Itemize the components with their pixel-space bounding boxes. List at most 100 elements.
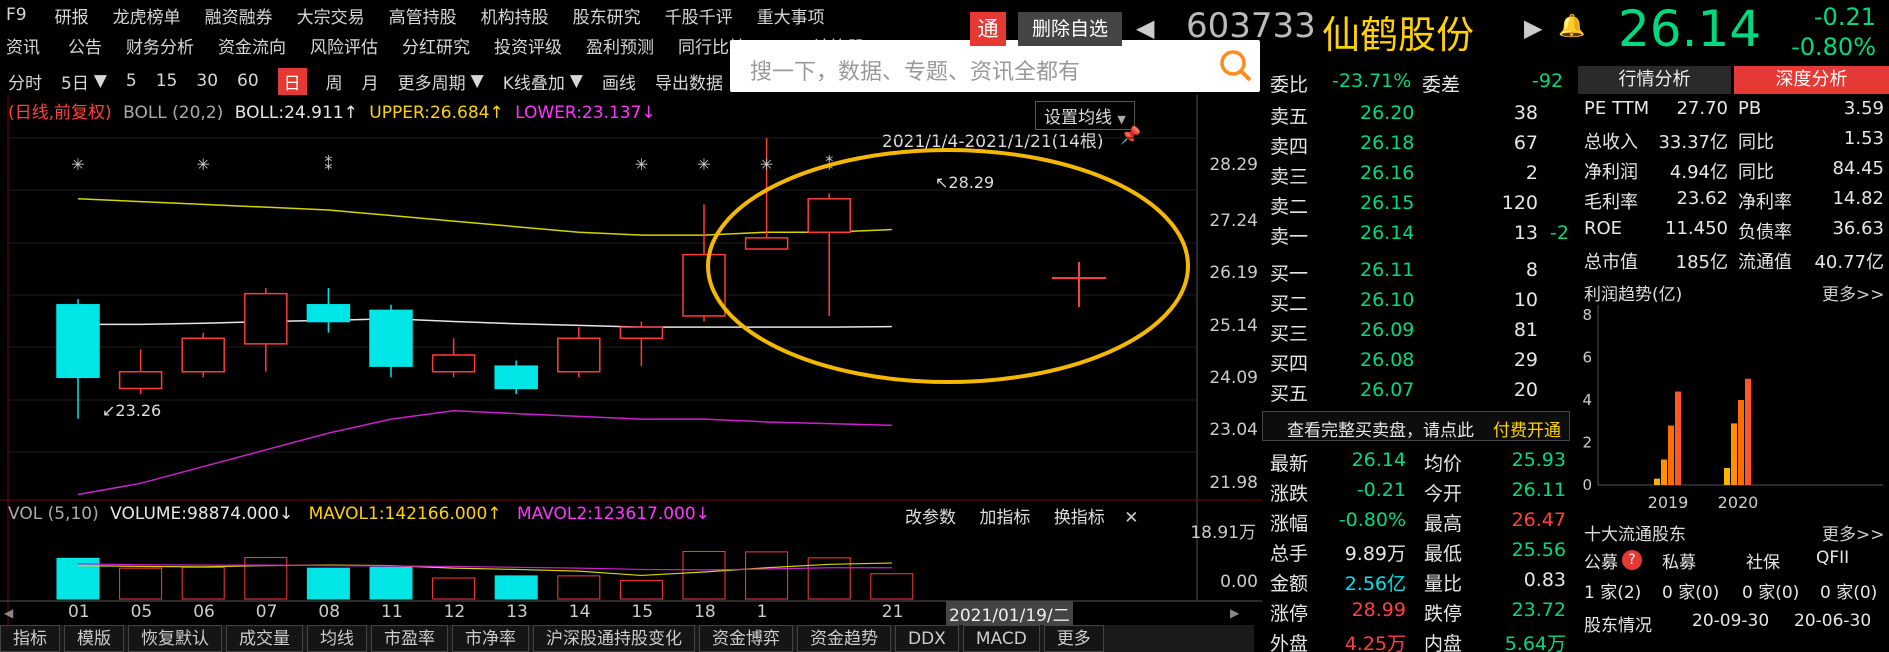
profit-bar <box>1654 478 1660 485</box>
x-tick: 01 <box>68 602 90 622</box>
weibi-row: 委比 -23.71% 委差 -92 <box>1262 66 1572 96</box>
low-value: 23.26 <box>115 401 162 420</box>
search-box[interactable]: 搜一下，数据、专题、资讯全都有 <box>730 40 1260 92</box>
vol-buttons: 改参数 加指标 换指标 ✕ <box>905 503 1138 528</box>
tab-ma[interactable]: 均线 <box>307 625 367 652</box>
tab-market-analysis[interactable]: 行情分析 <box>1578 66 1731 94</box>
holder-type: QFII <box>1816 548 1850 568</box>
volume-bar <box>306 567 350 600</box>
stat-value: 2.56亿 <box>1344 573 1406 595</box>
y-tick: 24.09 <box>1209 368 1258 388</box>
tab-ddx[interactable]: DDX <box>895 625 959 652</box>
volume-bar <box>181 566 225 600</box>
holder-date[interactable]: 20-09-30 <box>1692 611 1769 631</box>
y-tick: 25.14 <box>1209 316 1258 336</box>
stat-value: 26.14 <box>1351 449 1406 471</box>
profit-x-tick: 2020 <box>1718 493 1759 512</box>
paid-open-link[interactable]: 付费开通 <box>1493 416 1561 441</box>
holder-info-label: 股东情况 <box>1584 616 1652 636</box>
fund-label: 净利润 <box>1584 162 1638 183</box>
tab-hsgt[interactable]: 沪深股通持股变化 <box>533 625 695 652</box>
order-price: 26.08 <box>1360 349 1415 371</box>
tab-template[interactable]: 模版 <box>64 625 124 652</box>
stat-label: 量比 <box>1424 573 1463 595</box>
order-row[interactable]: 卖三 26.16 2 <box>1262 158 1572 188</box>
order-row[interactable]: 买二 26.10 10 <box>1262 285 1572 315</box>
order-price: 26.20 <box>1360 102 1415 124</box>
order-row[interactable]: 买三 26.09 81 <box>1262 315 1572 345</box>
order-volume: 67 <box>1513 132 1538 154</box>
switch-indicator-button[interactable]: 换指标 <box>1054 508 1105 528</box>
fund-value: 27.70 <box>1676 98 1728 119</box>
tab-deep-analysis[interactable]: 深度分析 <box>1734 66 1889 94</box>
tab-fund-trend[interactable]: 资金趋势 <box>797 625 891 652</box>
add-indicator-button[interactable]: 加指标 <box>979 508 1030 528</box>
profit-y-tick: 8 <box>1582 306 1592 324</box>
stat-row: 外盘 4.25万 内盘 5.64万 <box>1262 625 1572 652</box>
tab-indicator[interactable]: 指标 <box>0 625 60 652</box>
profit-bar <box>1661 459 1667 485</box>
top-holders-title: 十大流通股东 <box>1584 525 1686 545</box>
vol-params[interactable]: VOL (5,10) <box>8 504 99 524</box>
order-price: 26.14 <box>1360 222 1415 244</box>
holder-types: 公募 ? 私募 社保 QFII <box>1584 548 1889 573</box>
tab-volume[interactable]: 成交量 <box>226 625 303 652</box>
full-book-text: 查看完整买卖盘，请点此 <box>1287 421 1474 441</box>
fund-label: PE TTM <box>1584 98 1650 119</box>
fund-value: 23.62 <box>1676 188 1728 209</box>
order-row[interactable]: 卖五 26.20 38 <box>1262 98 1572 128</box>
holder-date[interactable]: 20-06-30 <box>1794 611 1871 631</box>
fund-value: 84.45 <box>1832 158 1884 179</box>
x-tick: 15 <box>631 602 654 622</box>
order-volume: 120 <box>1501 192 1538 214</box>
stat-value: 23.72 <box>1511 599 1566 621</box>
stock-name: 仙鹤股份 <box>1322 13 1475 57</box>
order-row[interactable]: 卖二 26.15 120 <box>1262 188 1572 218</box>
stat-row: 最新 26.14 均价 25.93 <box>1262 445 1572 475</box>
tab-restore-default[interactable]: 恢复默认 <box>128 625 222 652</box>
search-icon[interactable] <box>1218 48 1254 84</box>
candle-body <box>306 304 351 323</box>
help-icon[interactable]: ? <box>1622 550 1642 570</box>
order-row[interactable]: 买四 26.08 29 <box>1262 345 1572 375</box>
order-level-label: 卖三 <box>1270 166 1309 188</box>
tab-pb[interactable]: 市净率 <box>452 625 529 652</box>
order-row[interactable]: 买五 26.07 20 <box>1262 375 1572 405</box>
fund-value: 40.77亿 <box>1814 252 1884 273</box>
change-params-button[interactable]: 改参数 <box>905 508 956 528</box>
order-row[interactable]: 卖一 26.14 13 -2 <box>1262 218 1572 248</box>
fund-value: 14.82 <box>1832 188 1884 209</box>
x-tick: 06 <box>193 602 215 622</box>
candle-body <box>557 337 601 373</box>
volume-bar <box>557 575 601 600</box>
scroll-left-icon[interactable]: ◀ <box>4 606 13 620</box>
close-icon[interactable]: ✕ <box>1124 508 1138 528</box>
tab-more[interactable]: 更多 <box>1043 625 1104 652</box>
tong-badge[interactable]: 通 <box>970 12 1006 46</box>
bell-icon[interactable]: 🔔 <box>1558 14 1585 39</box>
kline-chart[interactable]: ✳ ✳ ⁑ ✳ ✳ ✳ ⁑ <box>0 0 1262 626</box>
vol-y-tick: 0.00 <box>1220 572 1258 592</box>
remove-watchlist-button[interactable]: 删除自选 <box>1018 12 1122 46</box>
order-row[interactable]: 卖四 26.18 67 <box>1262 128 1572 158</box>
fund-label: 总收入 <box>1584 132 1638 153</box>
order-row[interactable]: 买一 26.11 8 <box>1262 255 1572 285</box>
fund-label: 同比 <box>1738 132 1774 153</box>
volume-bar <box>369 566 413 600</box>
tab-fund-game[interactable]: 资金博弈 <box>699 625 793 652</box>
next-stock-icon[interactable]: ▶ <box>1524 14 1542 42</box>
more-link[interactable]: 更多>> <box>1822 520 1885 545</box>
prev-stock-icon[interactable]: ◀ <box>1136 14 1154 42</box>
event-marker-icon: ✳ <box>71 155 84 174</box>
tab-pe[interactable]: 市盈率 <box>371 625 448 652</box>
scroll-right-icon[interactable]: ▶ <box>1230 606 1239 620</box>
fund-value: 3.59 <box>1843 98 1884 119</box>
date-tooltip: 2021/01/19/二 <box>946 601 1073 626</box>
holder-count: 1 家(2) <box>1584 583 1642 603</box>
full-book-banner[interactable]: 查看完整买卖盘，请点此 付费开通 <box>1262 411 1570 441</box>
holder-info: 股东情况 20-09-30 20-06-30 <box>1584 611 1889 636</box>
fund-label: 净利率 <box>1738 192 1792 213</box>
search-input[interactable]: 搜一下，数据、专题、资讯全都有 <box>750 54 1080 86</box>
fund-value: 36.63 <box>1832 218 1884 239</box>
tab-macd[interactable]: MACD <box>962 625 1040 652</box>
